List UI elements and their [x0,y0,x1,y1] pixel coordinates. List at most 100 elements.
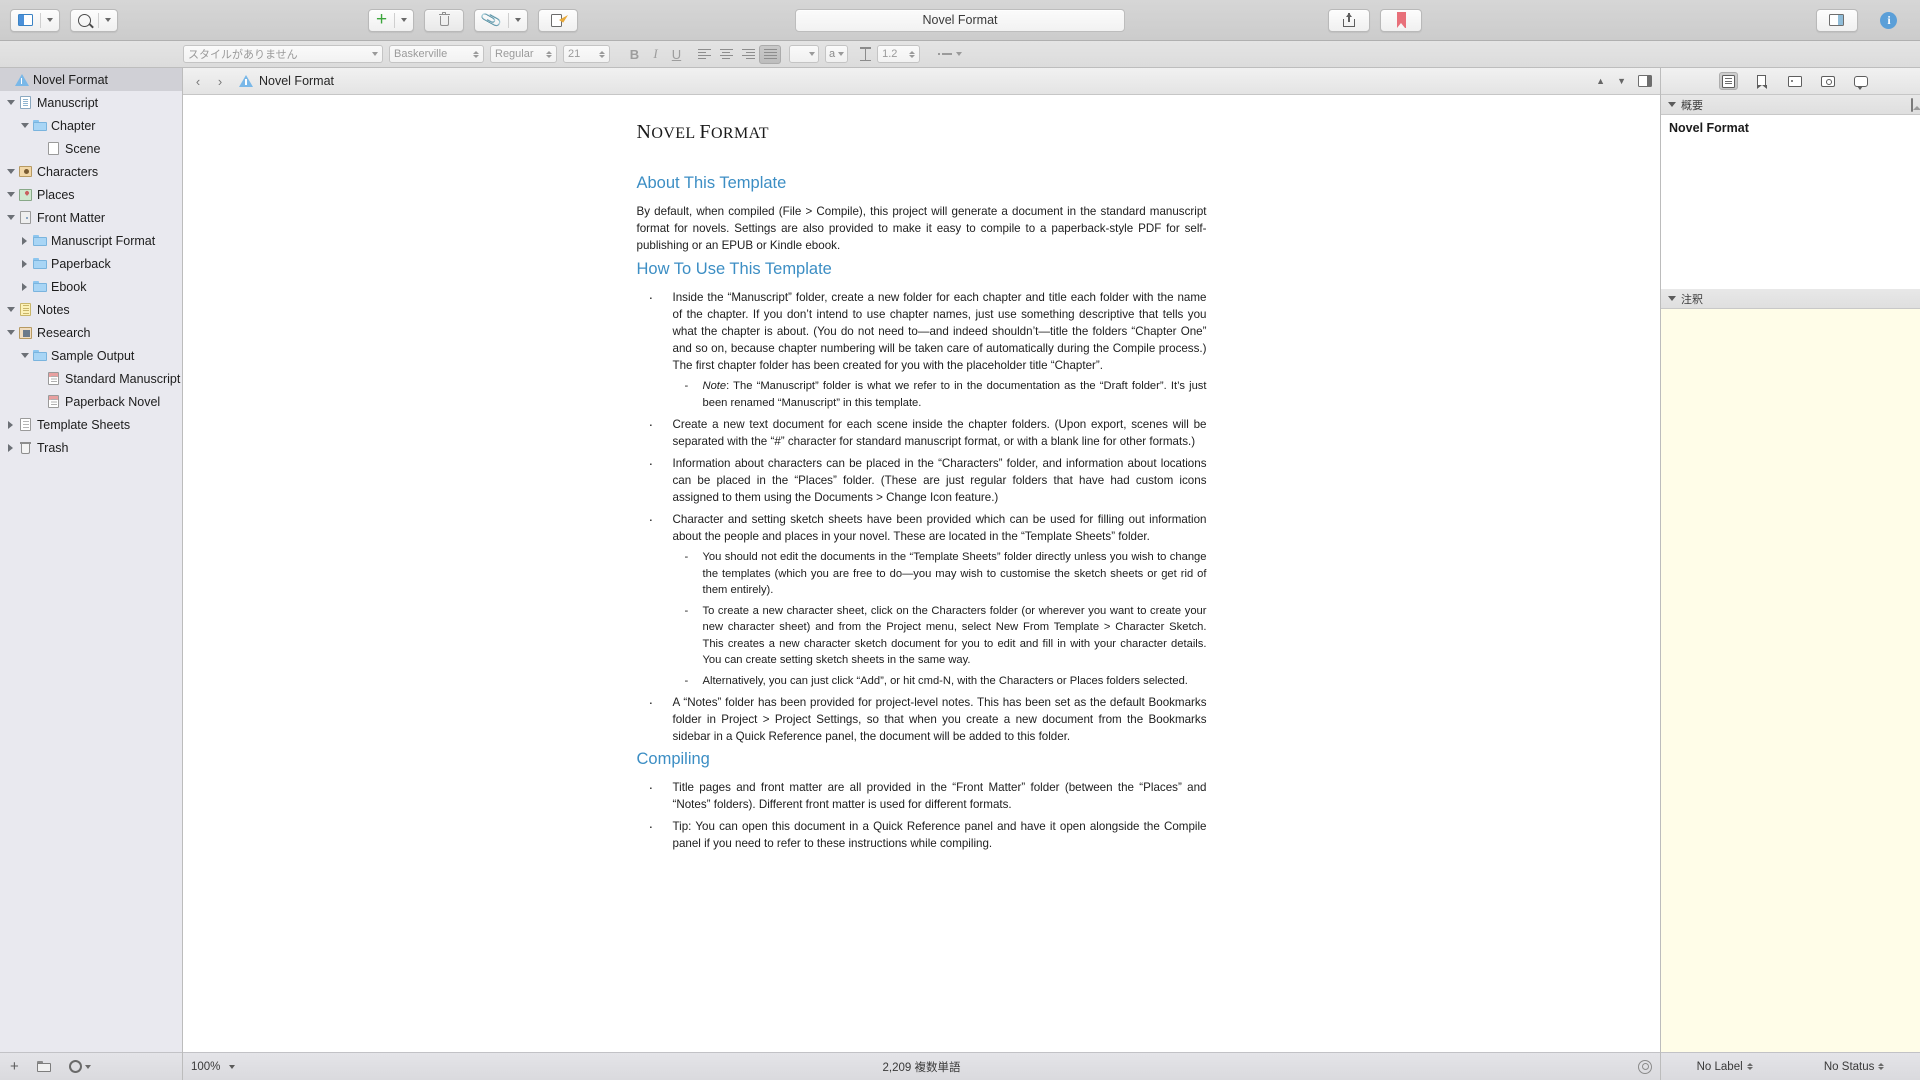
view-options-button[interactable] [68,1060,91,1073]
binder-item-front-matter[interactable]: Front Matter [0,206,182,229]
pdf-icon [48,395,59,408]
add-item-button[interactable]: + [10,1059,19,1074]
disclosure-triangle[interactable] [4,330,17,335]
binder-item-label: Places [37,187,75,202]
disclosure-triangle[interactable] [4,443,17,452]
text-color-button[interactable]: a [825,45,849,63]
disclosure-triangle[interactable] [18,259,31,268]
tab-notes[interactable] [1719,72,1738,90]
project-title-field[interactable]: Novel Format [795,8,1125,32]
composition-mode-button[interactable] [537,8,578,32]
attachment-button[interactable]: 📎 [474,8,528,32]
inspector-icon [1829,14,1845,26]
split-editor-icon[interactable] [1638,75,1652,87]
zoom-control[interactable]: 100% [191,1061,236,1073]
font-size-field[interactable]: 21 [563,45,610,63]
previous-document-button[interactable]: ▲ [1596,76,1605,86]
sidebar-icon [18,14,33,26]
tab-snapshots[interactable] [1818,72,1837,90]
document-heading: NOVEL FORMAT [636,121,769,143]
disclosure-triangle[interactable] [18,282,31,291]
binder-item-ebook[interactable]: Ebook [0,275,182,298]
tab-bookmarks[interactable] [1752,72,1771,90]
binder-item-manuscript[interactable]: Manuscript [0,91,182,114]
disclosure-triangle[interactable] [4,215,17,220]
share-button[interactable] [1328,8,1371,32]
binder-item-research[interactable]: Research [0,321,182,344]
disclosure-triangle[interactable] [4,169,17,174]
notes-icon [20,303,31,316]
align-left-button[interactable] [693,45,715,64]
folder-icon [32,258,47,269]
synopsis-area[interactable]: Novel Format [1661,115,1920,289]
trash-button[interactable] [424,8,465,32]
binder-item-label: Chapter [51,118,96,133]
new-folder-icon[interactable] [36,1061,51,1072]
search-button[interactable] [70,8,118,32]
writing-target-icon[interactable] [1638,1059,1652,1074]
editor-footer: 100% 2,209 複数単語 [183,1052,1660,1080]
inspector-toggle-button[interactable] [1815,8,1858,32]
align-justify-button[interactable] [759,44,781,64]
tab-comments[interactable] [1851,72,1870,90]
underline-button[interactable]: U [666,45,687,64]
binder-item-notes[interactable]: Notes [0,298,182,321]
binder-item-manuscript-format[interactable]: Manuscript Format [0,229,182,252]
disclosure-triangle[interactable] [18,123,31,128]
bookmark-icon [1396,12,1406,28]
next-document-button[interactable]: ▼ [1617,76,1626,86]
binder-item-paperback[interactable]: Paperback [0,252,182,275]
howto-list: Inside the “Manuscript” folder, create a… [637,287,1207,745]
italic-button[interactable]: I [645,45,666,64]
style-value: スタイルがありません [188,49,298,61]
binder-item-standard-manuscript[interactable]: Standard Manuscript [0,367,182,390]
font-style-dropdown[interactable]: Regular [490,45,557,63]
compose-icon [550,11,568,27]
back-button[interactable]: ‹ [191,74,205,89]
tab-metadata[interactable] [1785,72,1804,90]
align-right-button[interactable] [737,45,759,64]
notes-area[interactable] [1661,309,1920,1052]
binder-item-trash[interactable]: Trash [0,436,182,459]
compiling-list: Title pages and front matter are all pro… [637,777,1207,852]
bookmarks-button[interactable] [1380,8,1423,32]
list-item: Information about characters can be plac… [637,453,1207,506]
research-icon [19,326,32,339]
style-dropdown[interactable]: スタイルがありません [183,45,383,63]
binder-item-paperback-novel[interactable]: Paperback Novel [0,390,182,413]
bold-button[interactable]: B [624,45,645,64]
disclosure-triangle[interactable] [4,100,17,105]
disclosure-triangle[interactable] [4,192,17,197]
document-page: NOVEL FORMAT About This Template By defa… [637,95,1207,1052]
editor-text-area[interactable]: NOVEL FORMAT About This Template By defa… [183,95,1660,1052]
binder-item-scene[interactable]: Scene [0,137,182,160]
sidebar-toggle-button[interactable] [10,8,60,32]
disclosure-triangle[interactable] [18,236,31,245]
add-button[interactable]: + [368,8,415,32]
synopsis-section-header[interactable]: 概要 [1661,95,1920,115]
stepper-icon [599,50,605,58]
binder-item-places[interactable]: Places [0,183,182,206]
synopsis-image-button[interactable] [1911,97,1913,112]
info-button[interactable]: i [1868,9,1910,32]
disclosure-triangle [1668,296,1676,301]
binder-item-sample-output[interactable]: Sample Output [0,344,182,367]
highlight-color-button[interactable] [789,45,819,63]
status-selector[interactable]: No Status [1824,1061,1885,1073]
forward-button[interactable]: › [213,74,227,89]
binder-tree[interactable]: Novel Format Manuscript Chapter Scene Ch… [0,68,182,1052]
binder-item-template-sheets[interactable]: Template Sheets [0,413,182,436]
label-selector[interactable]: No Label [1697,1061,1753,1073]
binder-item-label: Research [37,325,91,340]
line-spacing-field[interactable]: 1.2 [877,45,921,63]
font-family-dropdown[interactable]: Baskerville [389,45,484,63]
binder-item-novel-format[interactable]: Novel Format [0,68,182,91]
notes-section-header[interactable]: 注釈 [1661,289,1920,309]
align-center-button[interactable] [715,45,737,64]
disclosure-triangle[interactable] [18,353,31,358]
disclosure-triangle[interactable] [4,420,17,429]
font-style-value: Regular [495,48,534,60]
binder-item-characters[interactable]: Characters [0,160,182,183]
disclosure-triangle[interactable] [4,307,17,312]
binder-item-chapter[interactable]: Chapter [0,114,182,137]
